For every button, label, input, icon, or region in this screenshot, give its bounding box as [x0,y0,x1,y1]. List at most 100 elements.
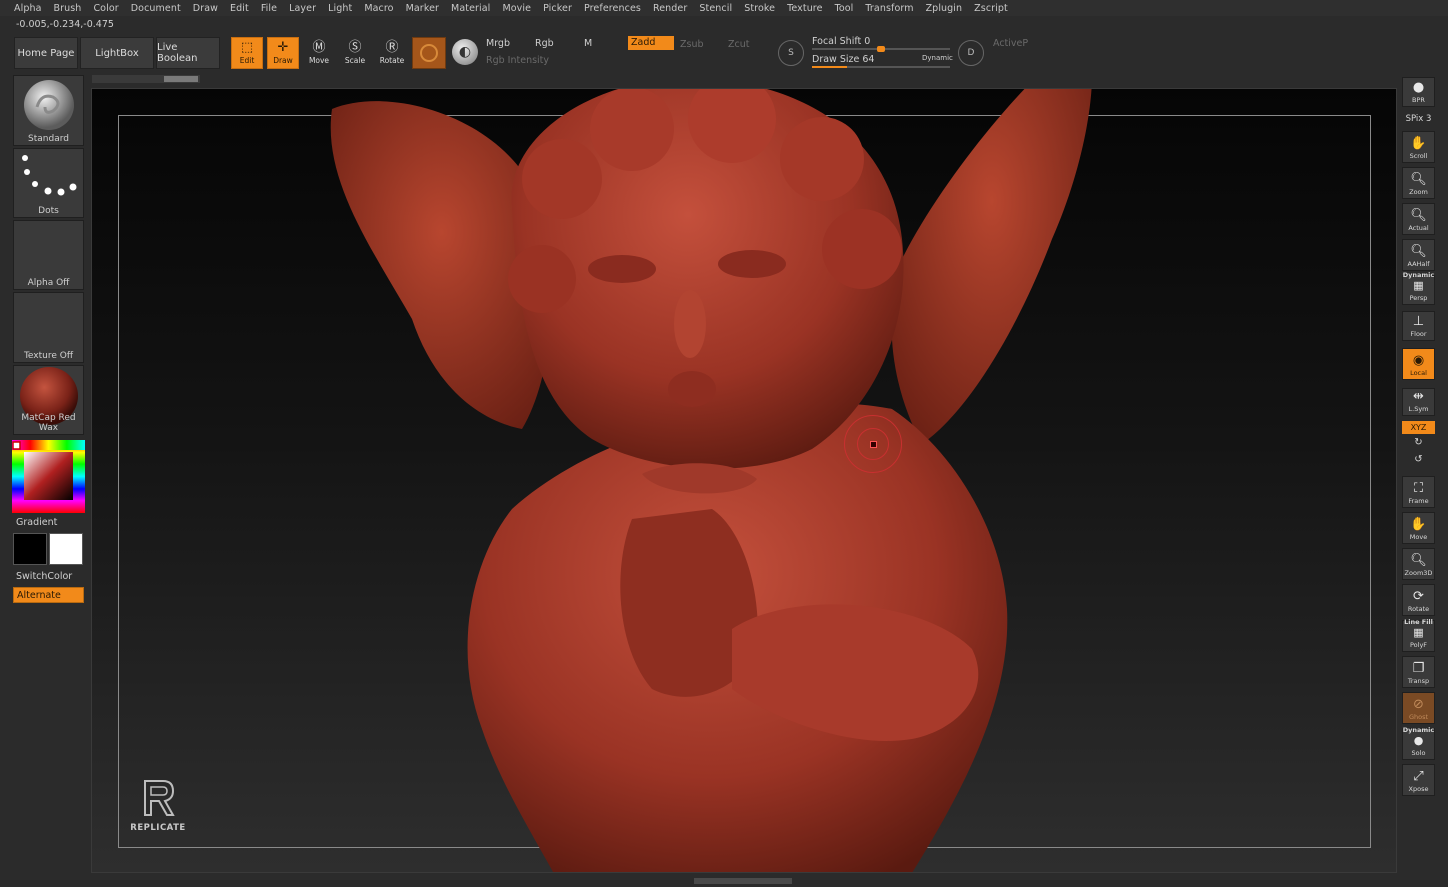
spix-slider[interactable]: SPix 3 [1402,114,1435,124]
replicate-logo-icon [144,780,175,816]
rotate-mode-button[interactable]: Ⓡ Rotate [376,37,408,69]
edit-mode-button[interactable]: ⬚ Edit [231,37,263,69]
menu-marker[interactable]: Marker [406,3,439,14]
focal-shift-knob[interactable] [877,46,885,52]
standard-brush-icon [24,80,74,130]
menu-zplugin[interactable]: Zplugin [926,3,963,14]
scroll-button[interactable]: ✋ Scroll [1402,131,1435,163]
menu-macro[interactable]: Macro [364,3,393,14]
viewport-canvas[interactable]: REPLICATE [91,88,1397,873]
brush-selector[interactable]: Standard [13,75,84,146]
mrgb-toggle[interactable]: Mrgb [486,38,510,49]
menu-texture[interactable]: Texture [787,3,822,14]
draw-mode-button[interactable]: ✛ Draw [267,37,299,69]
menu-transform[interactable]: Transform [865,3,913,14]
menu-draw[interactable]: Draw [193,3,218,14]
active-points-d-icon[interactable]: D [958,40,984,66]
stroke-s-icon[interactable]: S [778,40,804,66]
secondary-color-swatch[interactable] [49,533,83,565]
draw-size-slider[interactable]: Draw Size 64 [812,54,874,65]
menu-alpha[interactable]: Alpha [14,3,42,14]
focal-shift-track[interactable] [812,46,950,52]
move-view-label: Move [1409,533,1428,541]
live-boolean-button[interactable]: Live Boolean [156,37,220,69]
zadd-toggle[interactable]: Zadd [628,36,674,50]
menu-document[interactable]: Document [131,3,181,14]
coordinates-readout: -0.005,-0.234,-0.475 [16,19,114,30]
alternate-toggle[interactable]: Alternate [13,587,84,603]
menu-picker[interactable]: Picker [543,3,572,14]
color-picker[interactable] [12,440,85,513]
lightbox-button[interactable]: LightBox [80,37,154,69]
zoom3d-button[interactable]: 🔍︎ Zoom3D [1402,548,1435,580]
scroll-knob[interactable] [164,76,198,82]
texture-selector[interactable]: Texture Off [13,292,84,363]
menu-tool[interactable]: Tool [835,3,854,14]
menu-material[interactable]: Material [451,3,490,14]
cherub-sculpt-model[interactable] [92,89,1397,873]
lsym-button[interactable]: ⇹ L.Sym [1402,388,1435,416]
actual-button[interactable]: 🔍︎ Actual [1402,203,1435,235]
floor-button[interactable]: ⊥ Floor [1402,311,1435,341]
focal-shift-slider[interactable]: Focal Shift 0 [812,36,870,47]
actual-label: Actual [1408,224,1429,232]
bottom-tray-handle[interactable] [694,878,792,884]
rgb-toggle[interactable]: Rgb [535,38,554,49]
menu-light[interactable]: Light [328,3,352,14]
focal-shift-label: Focal Shift [812,36,862,47]
material-swatch-button[interactable] [412,37,446,69]
main-color-swatch[interactable] [13,533,47,565]
menu-stroke[interactable]: Stroke [744,3,775,14]
replicate-logo-text: REPLICATE [130,823,186,833]
menu-preferences[interactable]: Preferences [584,3,641,14]
menu-layer[interactable]: Layer [289,3,316,14]
scale-mode-button[interactable]: Ⓢ Scale [339,37,371,69]
xpose-button[interactable]: ⤢ Xpose [1402,764,1435,796]
move-view-button[interactable]: ✋ Move [1402,512,1435,544]
solo-label: Solo [1411,749,1426,757]
brush-name: Standard [28,134,69,144]
brush-cursor [844,415,902,473]
local-icon: ◉ [1412,353,1425,368]
gradient-toggle[interactable]: Gradient [16,517,57,528]
transp-button[interactable]: ❐ Transp [1402,656,1435,688]
menu-brush[interactable]: Brush [54,3,82,14]
zcut-toggle[interactable]: Zcut [728,39,749,50]
aahalf-button[interactable]: 🔍︎ AAHalf [1402,239,1435,271]
ghost-button[interactable]: ⊘ Ghost [1402,692,1435,724]
material-selector[interactable]: MatCap Red Wax [13,365,84,435]
xyz-toggle[interactable]: XYZ [1402,421,1435,434]
rotate-z-icon[interactable]: ↺ [1402,454,1435,465]
draw-size-value: 64 [862,54,875,65]
rotate-y-icon[interactable]: ↻ [1402,437,1435,448]
dynamic-size-toggle[interactable]: Dynamic [922,54,953,62]
menu-file[interactable]: File [261,3,277,14]
canvas-scroll-tab[interactable] [92,75,200,83]
solo-button[interactable]: Dynamic ● Solo [1402,726,1435,760]
draw-pointer-icon[interactable]: ◐ [452,39,478,65]
dots-stroke-icon [22,155,77,196]
menu-color[interactable]: Color [93,3,118,14]
polyf-button[interactable]: Line Fill ▦ PolyF [1402,618,1435,652]
zsub-toggle[interactable]: Zsub [680,39,704,50]
draw-size-fill [812,66,847,68]
local-button[interactable]: ◉ Local [1402,348,1435,380]
bpr-button[interactable]: ● BPR [1402,77,1435,107]
alpha-selector[interactable]: Alpha Off [13,220,84,290]
persp-button[interactable]: Dynamic ▦ Persp [1402,271,1435,305]
rgb-intensity-slider[interactable]: Rgb Intensity [486,55,549,66]
move-mode-button[interactable]: Ⓜ Move [303,37,335,69]
menu-render[interactable]: Render [653,3,687,14]
menu-stencil[interactable]: Stencil [699,3,732,14]
stroke-selector[interactable]: Dots [13,148,84,218]
menu-movie[interactable]: Movie [502,3,531,14]
draw-size-track[interactable] [812,66,950,68]
menu-zscript[interactable]: Zscript [974,3,1008,14]
menu-edit[interactable]: Edit [230,3,249,14]
frame-button[interactable]: ⛶ Frame [1402,476,1435,508]
switch-color-button[interactable]: SwitchColor [16,571,72,582]
rotate-view-button[interactable]: ⟳ Rotate [1402,584,1435,616]
m-toggle[interactable]: M [584,38,592,49]
home-page-button[interactable]: Home Page [14,37,78,69]
zoom-button[interactable]: 🔍︎ Zoom [1402,167,1435,199]
